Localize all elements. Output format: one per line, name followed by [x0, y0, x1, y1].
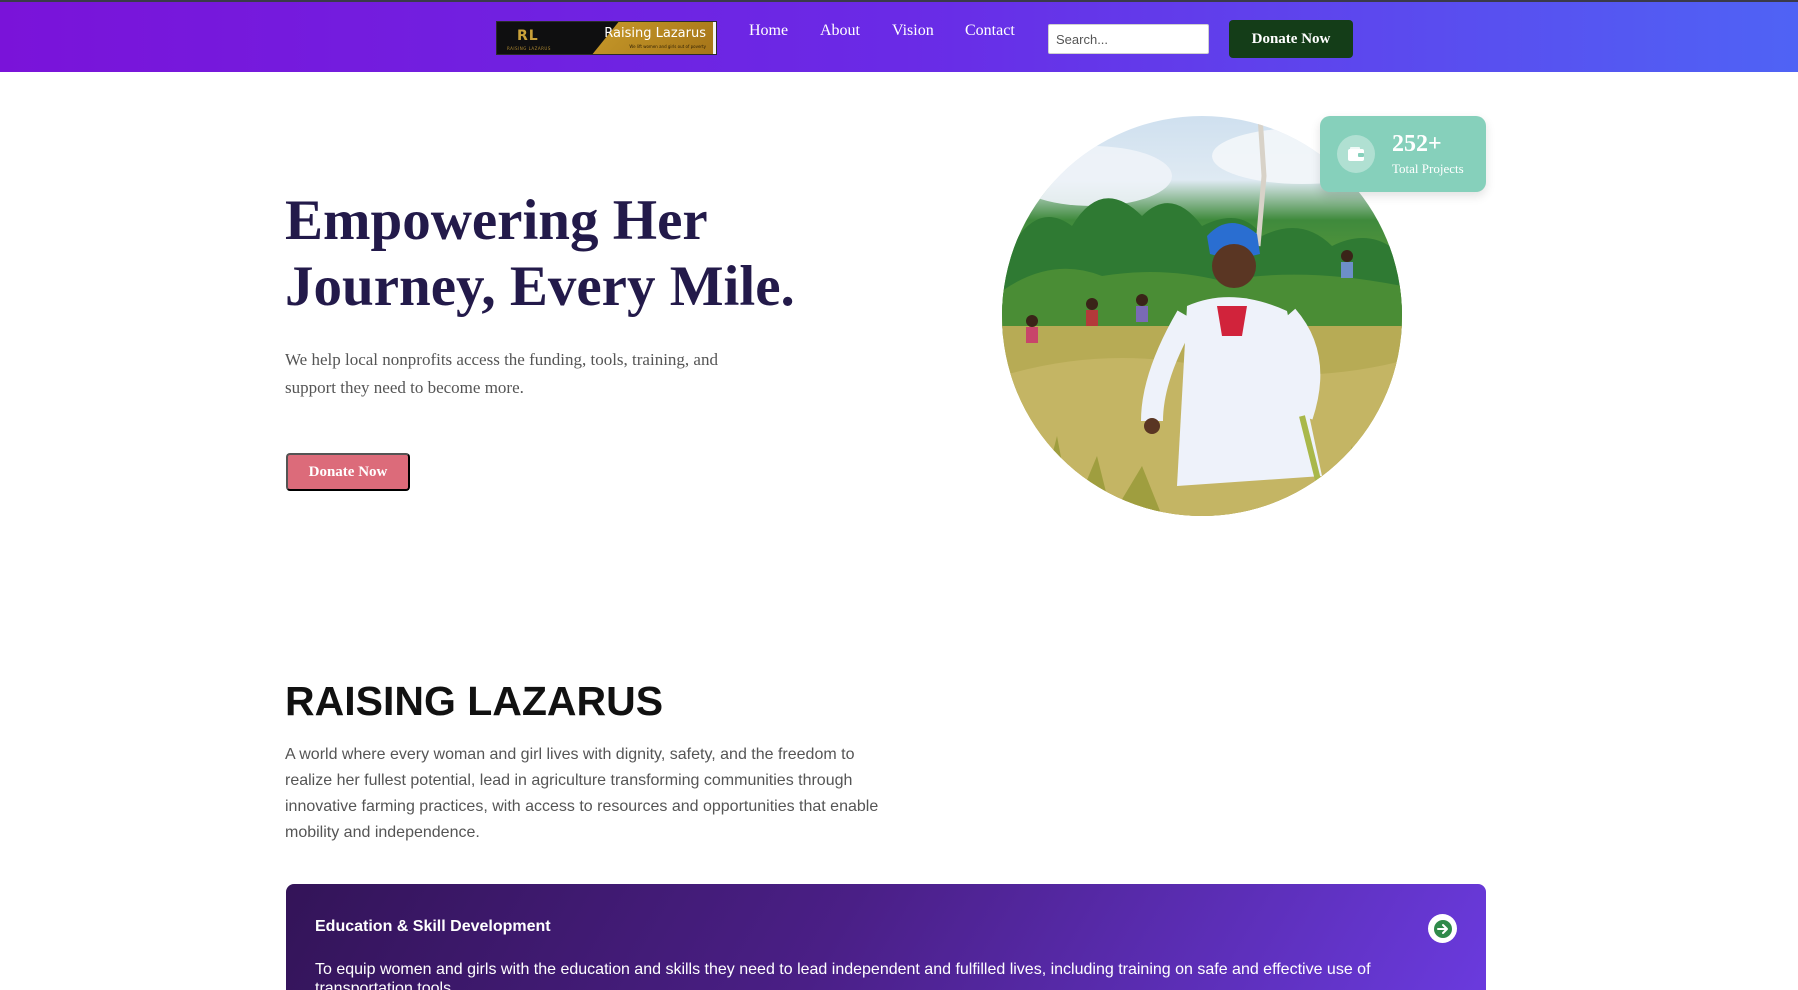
stat-label: Total Projects: [1392, 161, 1464, 176]
education-skill-card[interactable]: Education & Skill Development To equip w…: [286, 884, 1486, 990]
search-input[interactable]: [1048, 24, 1209, 54]
about-line: mobility and independence.: [285, 824, 480, 841]
donate-now-button-header[interactable]: Donate Now: [1229, 20, 1353, 58]
logo-mark: RL: [517, 28, 539, 44]
about-line: realize her fullest potential, lead in a…: [285, 772, 853, 789]
nav-vision[interactable]: Vision: [892, 22, 934, 40]
hero-subtitle-line-1: We help local nonprofits access the fund…: [285, 350, 718, 369]
nav-contact[interactable]: Contact: [965, 22, 1015, 40]
about-line: innovative farming practices, with acces…: [285, 798, 879, 815]
hero-title: Empowering Her Journey, Every Mile.: [285, 188, 845, 320]
about-description: A world where every woman and girl lives…: [285, 742, 895, 846]
nav-home[interactable]: Home: [749, 22, 788, 40]
site-header: RL RAISING LAZARUS Raising Lazarus We li…: [0, 0, 1798, 72]
arrow-right-icon[interactable]: [1428, 914, 1457, 943]
site-logo[interactable]: RL RAISING LAZARUS Raising Lazarus We li…: [496, 21, 717, 55]
hero-subtitle: We help local nonprofits access the fund…: [285, 346, 755, 402]
card-text: To equip women and girls with the educat…: [315, 961, 1371, 990]
about-title: RAISING LAZARUS: [285, 678, 664, 724]
stat-value: 252+: [1392, 131, 1442, 157]
hero-title-line-2: Journey, Every Mile.: [285, 255, 795, 318]
hero-title-line-1: Empowering Her: [285, 189, 708, 252]
logo-tagline: We lift women and girls out of poverty: [629, 44, 706, 49]
card-title: Education & Skill Development: [315, 918, 551, 935]
donate-now-button-hero[interactable]: Donate Now: [286, 453, 410, 491]
logo-name: Raising Lazarus: [604, 26, 706, 41]
wallet-icon: [1337, 135, 1375, 173]
nav-about[interactable]: About: [820, 22, 860, 40]
logo-mark-subtitle: RAISING LAZARUS: [507, 46, 551, 51]
logo-edge: [713, 22, 716, 54]
hero-subtitle-line-2: support they need to become more.: [285, 378, 524, 397]
total-projects-stat: 252+ Total Projects: [1320, 116, 1486, 192]
about-line: A world where every woman and girl lives…: [285, 746, 855, 763]
